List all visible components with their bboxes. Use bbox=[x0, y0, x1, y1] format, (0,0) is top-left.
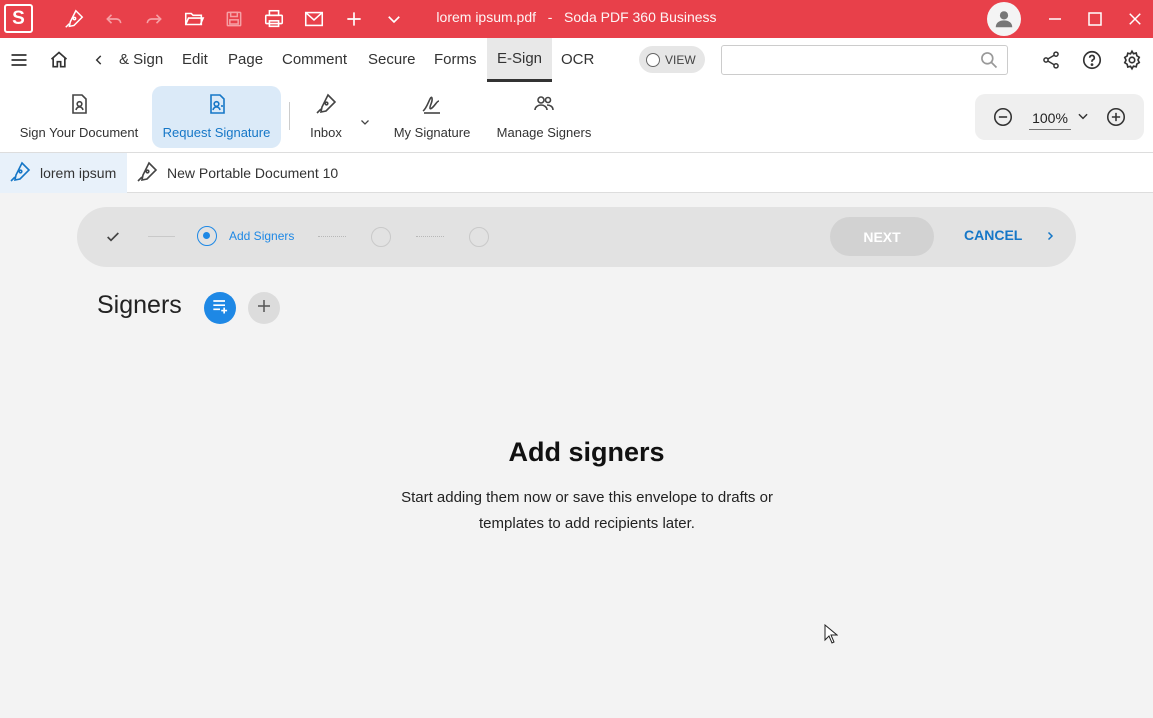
empty-state-description: Start adding them now or save this envel… bbox=[386, 485, 788, 537]
search-icon[interactable] bbox=[979, 50, 999, 75]
inbox-dropdown-chevron-icon[interactable] bbox=[357, 114, 373, 130]
step-pending-indicator bbox=[469, 227, 489, 247]
undo-icon[interactable] bbox=[101, 0, 127, 38]
home-icon[interactable] bbox=[47, 38, 71, 82]
view-toggle-label: VIEW bbox=[665, 52, 696, 67]
inbox-button[interactable]: Inbox bbox=[302, 86, 350, 148]
request-signature-label: Request Signature bbox=[162, 125, 271, 140]
menu-secure[interactable]: Secure bbox=[368, 38, 416, 82]
title-bar: S lorem ipsum.pdf - Soda PDF 360 Busines… bbox=[0, 0, 1153, 38]
menu-edit[interactable]: Edit bbox=[182, 38, 208, 82]
people-icon bbox=[532, 92, 556, 119]
esign-pen-icon bbox=[8, 160, 32, 187]
step-complete-check-icon bbox=[103, 227, 123, 247]
save-icon[interactable] bbox=[221, 0, 247, 38]
view-toggle[interactable]: VIEW bbox=[639, 46, 705, 73]
next-button[interactable]: NEXT bbox=[830, 217, 934, 256]
ribbon-toolbar: Sign Your Document Request Signature Inb… bbox=[0, 82, 1153, 153]
signers-heading: Signers bbox=[97, 291, 182, 319]
zoom-out-icon[interactable] bbox=[991, 105, 1015, 129]
maximize-icon[interactable] bbox=[1082, 0, 1108, 38]
manage-signers-label: Manage Signers bbox=[496, 125, 592, 140]
add-signer-button[interactable] bbox=[248, 292, 280, 324]
help-icon[interactable] bbox=[1080, 38, 1104, 82]
open-folder-icon[interactable] bbox=[181, 0, 207, 38]
app-logo[interactable]: S bbox=[4, 4, 33, 33]
empty-state-title: Add signers bbox=[508, 437, 665, 467]
list-add-icon bbox=[210, 296, 230, 321]
search-input[interactable] bbox=[722, 46, 962, 74]
sign-document-icon bbox=[67, 92, 91, 119]
zoom-dropdown-chevron-icon[interactable] bbox=[1075, 108, 1091, 124]
title-filename: lorem ipsum.pdf bbox=[436, 9, 537, 25]
zoom-in-icon[interactable] bbox=[1104, 105, 1128, 129]
menu-bar: & Sign Edit Page Comment Secure Forms E-… bbox=[0, 38, 1153, 82]
zoom-panel: 100% bbox=[975, 94, 1144, 140]
step-connector bbox=[416, 236, 444, 237]
document-tabs: lorem ipsum New Portable Document 10 bbox=[0, 153, 1153, 193]
doc-tab-label: New Portable Document 10 bbox=[167, 165, 339, 181]
doc-tab-label: lorem ipsum bbox=[40, 165, 117, 181]
hamburger-menu-icon[interactable] bbox=[7, 38, 31, 82]
menu-ocr[interactable]: OCR bbox=[561, 38, 594, 82]
toggle-knob bbox=[646, 52, 660, 67]
cancel-button[interactable]: CANCEL bbox=[964, 227, 1022, 243]
plus-icon bbox=[255, 297, 273, 320]
my-signature-button[interactable]: My Signature bbox=[388, 86, 476, 148]
sign-your-document-button[interactable]: Sign Your Document bbox=[14, 86, 144, 148]
chevron-right-icon[interactable] bbox=[1043, 229, 1057, 243]
menu-comment[interactable]: Comment bbox=[282, 38, 347, 82]
inbox-label: Inbox bbox=[310, 125, 342, 140]
request-signature-button[interactable]: Request Signature bbox=[152, 86, 281, 148]
user-icon[interactable] bbox=[987, 2, 1021, 36]
doc-tab-new-portable-document[interactable]: New Portable Document 10 bbox=[135, 153, 338, 193]
doc-tab-lorem-ipsum[interactable]: lorem ipsum bbox=[0, 153, 127, 193]
step-connector bbox=[318, 236, 346, 237]
manage-signers-button[interactable]: Manage Signers bbox=[492, 86, 596, 148]
ribbon-separator bbox=[289, 102, 290, 130]
menu-forms[interactable]: Forms bbox=[434, 38, 477, 82]
email-icon[interactable] bbox=[301, 0, 327, 38]
new-plus-icon[interactable] bbox=[341, 0, 367, 38]
scroll-left-chevron-icon[interactable] bbox=[90, 38, 108, 82]
sign-your-document-label: Sign Your Document bbox=[19, 125, 139, 140]
sign-pen-icon[interactable] bbox=[60, 0, 88, 38]
empty-state-line: templates to add recipients later. bbox=[479, 515, 695, 532]
step-current-indicator bbox=[197, 226, 217, 246]
add-from-list-button[interactable] bbox=[204, 292, 236, 324]
customize-chevron-icon[interactable] bbox=[381, 0, 407, 38]
window-title: lorem ipsum.pdf - Soda PDF 360 Business bbox=[0, 0, 1153, 38]
menu-page[interactable]: Page bbox=[228, 38, 263, 82]
pen-nib-icon bbox=[314, 92, 338, 119]
step-current-label: Add Signers bbox=[229, 229, 295, 243]
title-app-name: Soda PDF 360 Business bbox=[564, 9, 717, 25]
title-separator: - bbox=[547, 9, 553, 25]
minimize-icon[interactable] bbox=[1042, 0, 1068, 38]
step-connector bbox=[148, 236, 175, 237]
empty-state-line: Start adding them now or save this envel… bbox=[401, 489, 773, 506]
step-pending-indicator bbox=[371, 227, 391, 247]
search-box bbox=[721, 45, 1008, 75]
esign-pen-icon bbox=[135, 160, 159, 187]
zoom-level[interactable]: 100% bbox=[1029, 110, 1071, 130]
menu-esign[interactable]: E-Sign bbox=[487, 38, 553, 82]
my-signature-label: My Signature bbox=[393, 125, 471, 140]
signature-icon bbox=[420, 92, 444, 119]
print-icon[interactable] bbox=[261, 0, 287, 38]
mouse-cursor-icon bbox=[824, 623, 839, 649]
close-icon[interactable] bbox=[1122, 0, 1148, 38]
settings-gear-icon[interactable] bbox=[1120, 38, 1144, 82]
envelope-stepper: Add Signers NEXT CANCEL bbox=[77, 207, 1076, 267]
redo-icon[interactable] bbox=[141, 0, 167, 38]
request-signature-icon bbox=[205, 92, 229, 119]
menu-sign[interactable]: & Sign bbox=[119, 38, 163, 82]
share-icon[interactable] bbox=[1039, 38, 1063, 82]
